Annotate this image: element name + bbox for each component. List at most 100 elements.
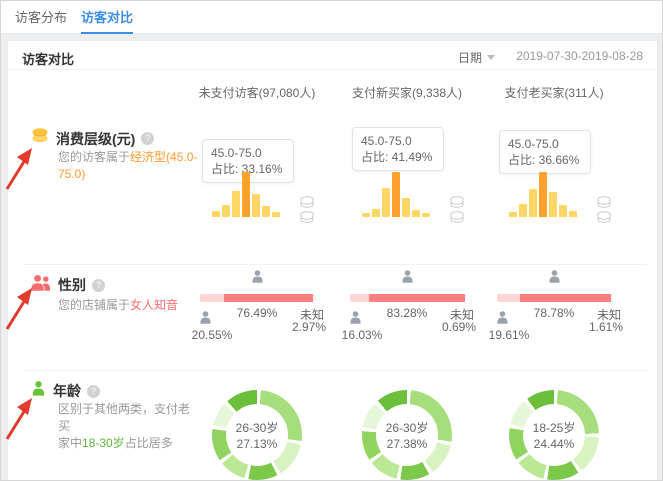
tooltip-ratio: 占比: 36.66% (508, 152, 582, 168)
row-gender-head: 性别 ? (30, 274, 105, 296)
coin-stack-icon (597, 210, 611, 228)
row-desc-consumption: 您的访客属于经济型(45.0- 75.0) (58, 149, 200, 183)
donut-label: 26-30岁 (386, 419, 429, 436)
unknown-percentage: 0.69% (442, 320, 476, 334)
female-icon (400, 269, 415, 289)
gender-bar-segment (313, 294, 316, 302)
donut-chart: 26-30岁 27.13% (212, 390, 302, 480)
row-age-head: 年龄 ? (30, 380, 100, 402)
age-cell-old: 18-25岁 24.44% (479, 370, 629, 481)
row-age: 年龄 ? 区别于其他两类，支付老买 家中18-30岁占比居多 26-30岁 27… (8, 370, 659, 481)
male-percentage: 16.03% (334, 328, 390, 342)
row-desc-age: 区别于其他两类，支付老买 家中18-30岁占比居多 (58, 401, 200, 452)
unknown-percentage: 1.61% (589, 320, 623, 334)
help-icon[interactable]: ? (92, 279, 105, 292)
bar (539, 172, 547, 217)
male-icon (348, 310, 363, 330)
bar (392, 172, 400, 217)
annotation-arrow (2, 283, 38, 333)
desc-highlight: 18-30岁 (82, 436, 125, 450)
bar-chart (212, 172, 290, 217)
comparison-panel: 访客对比 日期 2019-07-30-2019-08-28 未支付访客(97,0… (7, 40, 658, 481)
male-percentage: 20.55% (184, 328, 240, 342)
app-window: 访客分布 访客对比 访客对比 日期 2019-07-30-2019-08-28 … (0, 0, 663, 481)
gender-bar-segment (369, 294, 466, 302)
annotation-arrow (2, 393, 38, 443)
male-icon (198, 310, 213, 330)
male-percentage: 19.61% (481, 328, 537, 342)
tab-visitor-distribution[interactable]: 访客分布 (15, 1, 67, 34)
desc-line2-prefix: 家中 (58, 436, 82, 450)
bar (519, 204, 527, 218)
bar (412, 210, 420, 217)
donut-label: 18-25岁 (533, 419, 576, 436)
row-consumption-level: 消费层级(元) ? 您的访客属于经济型(45.0- 75.0) 45.0-75.… (8, 113, 659, 264)
tooltip-range: 45.0-75.0 (361, 133, 435, 149)
row-desc-gender: 您的店铺属于女人知音 (58, 297, 200, 314)
row-title-gender: 性别 (58, 275, 86, 295)
coin-stack-icon (450, 210, 464, 228)
help-icon[interactable]: ? (141, 132, 154, 145)
gender-bar-segment (465, 294, 466, 302)
bar (222, 205, 230, 217)
bar-chart (509, 172, 587, 217)
bar (402, 198, 410, 217)
unknown-percentage: 2.97% (292, 320, 326, 334)
gender-cell-old: 78.78% 19.61% 未知 1.61% (479, 264, 629, 370)
tooltip-range: 45.0-75.0 (508, 136, 582, 152)
desc-plain: 您的访客属于 (58, 150, 130, 164)
gender-bar (200, 294, 316, 302)
tab-visitor-comparison[interactable]: 访客对比 (81, 1, 133, 34)
bar (232, 191, 240, 217)
gender-bar-segment (224, 294, 313, 302)
panel-header: 访客对比 日期 2019-07-30-2019-08-28 (8, 41, 657, 70)
donut-value: 24.44% (534, 437, 575, 451)
desc-highlight: 女人知音 (130, 298, 178, 312)
consumption-cell-old: 45.0-75.0 占比: 36.66% (479, 113, 629, 264)
row-consumption-head: 消费层级(元) ? (30, 127, 154, 150)
panel-title: 访客对比 (22, 49, 74, 68)
bar (272, 212, 280, 217)
male-icon (495, 310, 510, 330)
donut-label: 26-30岁 (236, 419, 279, 436)
bar (549, 192, 557, 217)
desc-line1: 区别于其他两类，支付老买 (58, 402, 190, 433)
desc-highlight-2: 75.0) (58, 167, 85, 181)
gender-cell-unpaid: 76.49% 20.55% 未知 2.97% (182, 264, 332, 370)
age-cell-unpaid: 26-30岁 27.13% (182, 370, 332, 481)
desc-suffix: 占比居多 (125, 436, 173, 450)
bar (212, 211, 220, 217)
gender-bar-segment (350, 294, 369, 302)
age-cell-new: 26-30岁 27.38% (332, 370, 482, 481)
donut-hole: 18-25岁 24.44% (523, 404, 585, 466)
help-icon[interactable]: ? (87, 385, 100, 398)
gender-bar (350, 294, 466, 302)
bar (242, 172, 250, 217)
coin-stack-icon (300, 210, 314, 228)
donut-chart: 26-30岁 27.38% (362, 390, 452, 480)
desc-plain: 您的店铺属于 (58, 298, 130, 312)
donut-hole: 26-30岁 27.38% (376, 404, 438, 466)
row-title-age: 年龄 (53, 381, 81, 401)
tooltip: 45.0-75.0 占比: 41.49% (352, 127, 444, 171)
gender-bar-segment (520, 294, 611, 302)
tooltip-range: 45.0-75.0 (211, 145, 285, 161)
caret-down-icon (487, 55, 495, 60)
bar (569, 211, 577, 217)
gender-bar (497, 294, 613, 302)
row-title-consumption: 消费层级(元) (56, 129, 135, 149)
tab-bar: 访客分布 访客对比 (1, 1, 662, 34)
annotation-arrow (2, 143, 38, 193)
gender-bar-segment (611, 294, 613, 302)
gender-bar-segment (497, 294, 520, 302)
bar (372, 209, 380, 217)
column-header-new-buyers: 支付新买家(9,338人) (327, 84, 487, 101)
donut-value: 27.13% (237, 437, 278, 451)
date-filter-dropdown[interactable]: 日期 (458, 49, 495, 66)
tooltip: 45.0-75.0 占比: 36.66% (499, 130, 591, 174)
date-filter-label: 日期 (458, 51, 482, 65)
donut-hole: 26-30岁 27.13% (226, 404, 288, 466)
date-range: 2019-07-30-2019-08-28 (516, 49, 643, 63)
bar (559, 205, 567, 217)
bar (362, 213, 370, 218)
